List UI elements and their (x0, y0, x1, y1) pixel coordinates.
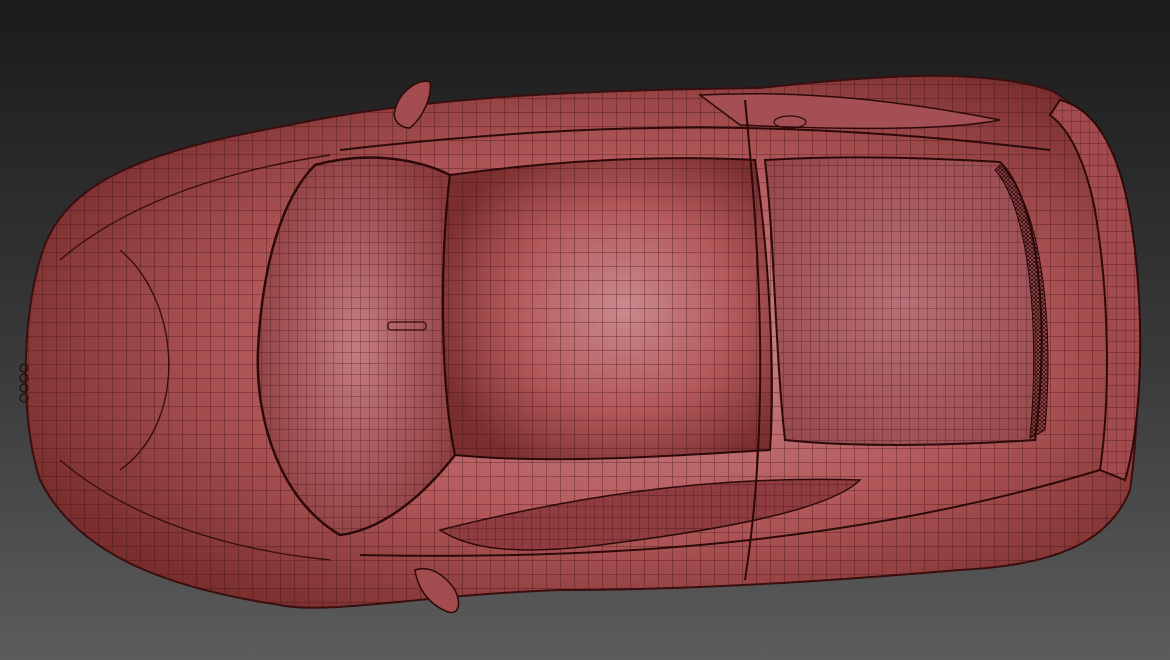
car-model-render (19, 74, 1142, 614)
3d-viewport[interactable] (0, 0, 1170, 660)
roof (442, 157, 773, 461)
windshield (256, 156, 457, 537)
rear-deck (763, 156, 1049, 446)
